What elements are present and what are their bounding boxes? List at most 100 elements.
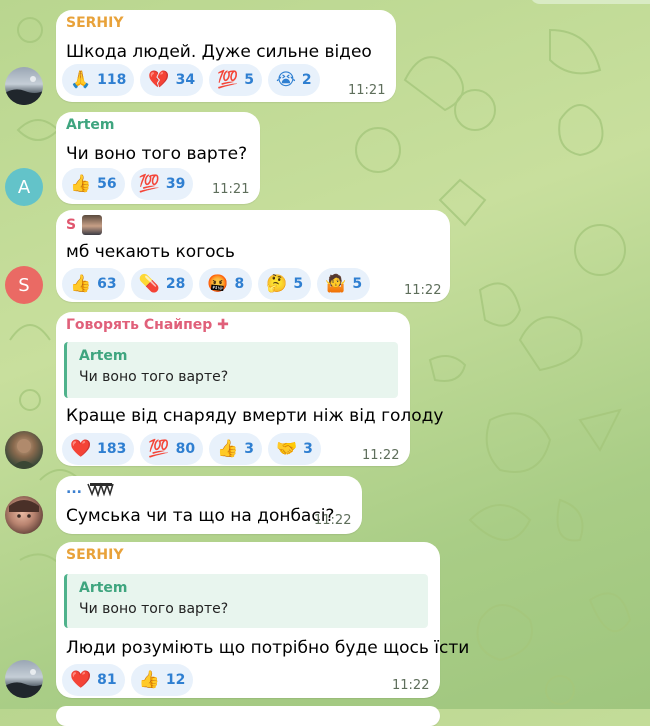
reactions-row: 👍 56 💯 39: [62, 168, 194, 200]
reaction-count: 28: [165, 276, 186, 292]
handshake-icon: 🤝: [275, 438, 298, 459]
reaction-count: 39: [165, 176, 186, 192]
avatar[interactable]: [5, 660, 43, 698]
message-time: 11:22: [362, 448, 400, 463]
reactions-row: ❤️ 81 👍 12: [62, 664, 194, 696]
reaction-broken-heart[interactable]: 💔 34: [140, 64, 204, 96]
reaction-count: 3: [303, 441, 313, 457]
message-bubble[interactable]: S мб чекають когось 👍 63 💊 28 🤬 8 🤔 5 🤷 5 11:…: [56, 210, 450, 302]
message-text: Шкода людей. Дуже сильне відео: [66, 42, 372, 62]
reaction-count: 63: [97, 276, 117, 292]
reactions-row: ❤️ 183 💯 80 👍 3 🤝 3: [62, 433, 321, 465]
reaction-count: 183: [97, 441, 127, 457]
reaction-thinking[interactable]: 🤔 5: [258, 268, 312, 300]
reaction-heart[interactable]: ❤️ 183: [62, 433, 135, 465]
message-time: 11:22: [404, 283, 442, 298]
pill-icon: 💊: [138, 273, 160, 294]
reaction-count: 56: [97, 176, 117, 192]
reaction-thumbs-up[interactable]: 👍 12: [130, 664, 194, 696]
message-text: Люди розуміють що потрібно буде щось їст…: [66, 638, 470, 658]
reply-sender-name: Artem: [79, 348, 128, 364]
reply-quote[interactable]: Artem Чи воно того варте?: [64, 574, 428, 628]
thumbs-up-icon: 👍: [70, 273, 92, 294]
reaction-count: 3: [244, 441, 254, 457]
reaction-count: 34: [175, 72, 196, 88]
reaction-hundred[interactable]: 💯 5: [209, 64, 262, 96]
reaction-angry[interactable]: 🤬 8: [199, 268, 253, 300]
thumbs-up-icon: 👍: [70, 173, 92, 194]
landscape-photo-icon: [5, 669, 43, 698]
reactions-row: 🙏 118 💔 34 💯 5 😭 2: [62, 64, 320, 96]
reaction-shrug[interactable]: 🤷 5: [317, 268, 371, 300]
message-bubble[interactable]: SERHIY Шкода людей. Дуже сильне відео 🙏 1…: [56, 10, 396, 102]
avatar[interactable]: [5, 496, 43, 534]
reaction-count: 8: [234, 276, 245, 292]
sender-name[interactable]: Говорять Снайпер ✚: [66, 317, 229, 333]
reaction-crying[interactable]: 😭 2: [267, 64, 320, 96]
reaction-hundred[interactable]: 💯 39: [130, 168, 194, 200]
reaction-thumbs-up[interactable]: 👍 56: [62, 168, 125, 200]
message-text: Краще від снаряду вмерти ніж від голоду: [66, 406, 444, 426]
message-text: мб чекають когось: [66, 242, 235, 262]
avatar[interactable]: [5, 67, 43, 105]
person-photo-icon: [9, 500, 39, 518]
message-time: 11:22: [392, 678, 430, 693]
reaction-hundred[interactable]: 💯 80: [140, 433, 204, 465]
reaction-thumbs-up[interactable]: 👍 3: [209, 433, 262, 465]
message-text: Сумська чи та що на донбасі?: [66, 506, 335, 526]
message-time: 11:21: [212, 182, 250, 197]
reaction-thumbs-up[interactable]: 👍 63: [62, 268, 125, 300]
reaction-count: 80: [175, 441, 196, 457]
reaction-count: 118: [97, 72, 127, 88]
sender-badge-photo: [82, 215, 103, 235]
reaction-count: 5: [293, 276, 304, 292]
message-text: Чи воно того варте?: [66, 144, 248, 164]
top-edge-panel: [530, 0, 650, 4]
message-bubble[interactable]: ... Сумська чи та що на донбасі? 11:22: [56, 476, 362, 534]
sender-name-text: S: [66, 217, 77, 233]
reaction-count: 81: [97, 672, 117, 688]
heart-icon: ❤️: [70, 669, 92, 690]
person-photo-icon: [11, 439, 37, 469]
message-bubble[interactable]: Говорять Снайпер ✚ Artem Чи воно того ва…: [56, 312, 444, 466]
message-bubble[interactable]: Artem Чи воно того варте? 👍 56 💯 39 11:21: [56, 112, 260, 204]
shrug-icon: 🤷: [325, 273, 347, 294]
reply-text: Чи воно того варте?: [79, 369, 229, 385]
reply-quote[interactable]: Artem Чи воно того варте?: [64, 342, 398, 398]
broken-heart-icon: 💔: [148, 69, 170, 90]
reaction-count: 12: [165, 672, 186, 688]
reactions-row: 👍 63 💊 28 🤬 8 🤔 5 🤷 5: [62, 268, 371, 300]
reaction-count: 5: [244, 72, 254, 88]
avatar[interactable]: [5, 431, 43, 469]
reaction-handshake[interactable]: 🤝 3: [267, 433, 321, 465]
sender-name[interactable]: S: [66, 215, 103, 235]
message-bubble-partial[interactable]: [56, 706, 440, 726]
pray-icon: 🙏: [70, 69, 92, 90]
hundred-icon: 💯: [148, 438, 170, 459]
reply-sender-name: Artem: [79, 580, 128, 596]
thumbs-up-icon: 👍: [138, 669, 160, 690]
reaction-count: 2: [301, 72, 312, 88]
hundred-icon: 💯: [138, 173, 160, 194]
reaction-pray[interactable]: 🙏 118: [62, 64, 135, 96]
sender-decor-icon: [87, 482, 114, 497]
reply-text: Чи воно того варте?: [79, 601, 229, 617]
angry-face-icon: 🤬: [207, 273, 229, 294]
crying-face-icon: 😭: [275, 69, 296, 90]
sender-name[interactable]: Artem: [66, 117, 115, 133]
landscape-photo-icon: [5, 76, 43, 105]
avatar[interactable]: A: [5, 168, 43, 206]
hundred-icon: 💯: [217, 69, 239, 90]
message-bubble[interactable]: SERHIY Artem Чи воно того варте? Люди ро…: [56, 542, 469, 698]
reaction-pill[interactable]: 💊 28: [130, 268, 194, 300]
message-time: 11:21: [348, 83, 386, 98]
thinking-face-icon: 🤔: [266, 273, 288, 294]
sender-name[interactable]: SERHIY: [66, 547, 124, 563]
avatar[interactable]: S: [5, 266, 43, 304]
sender-name[interactable]: ...: [66, 481, 115, 497]
message-time: 11:22: [314, 513, 352, 528]
sender-name-text: ...: [66, 481, 82, 497]
sender-name[interactable]: SERHIY: [66, 15, 124, 31]
reaction-heart[interactable]: ❤️ 81: [62, 664, 125, 696]
reaction-count: 5: [352, 276, 363, 292]
